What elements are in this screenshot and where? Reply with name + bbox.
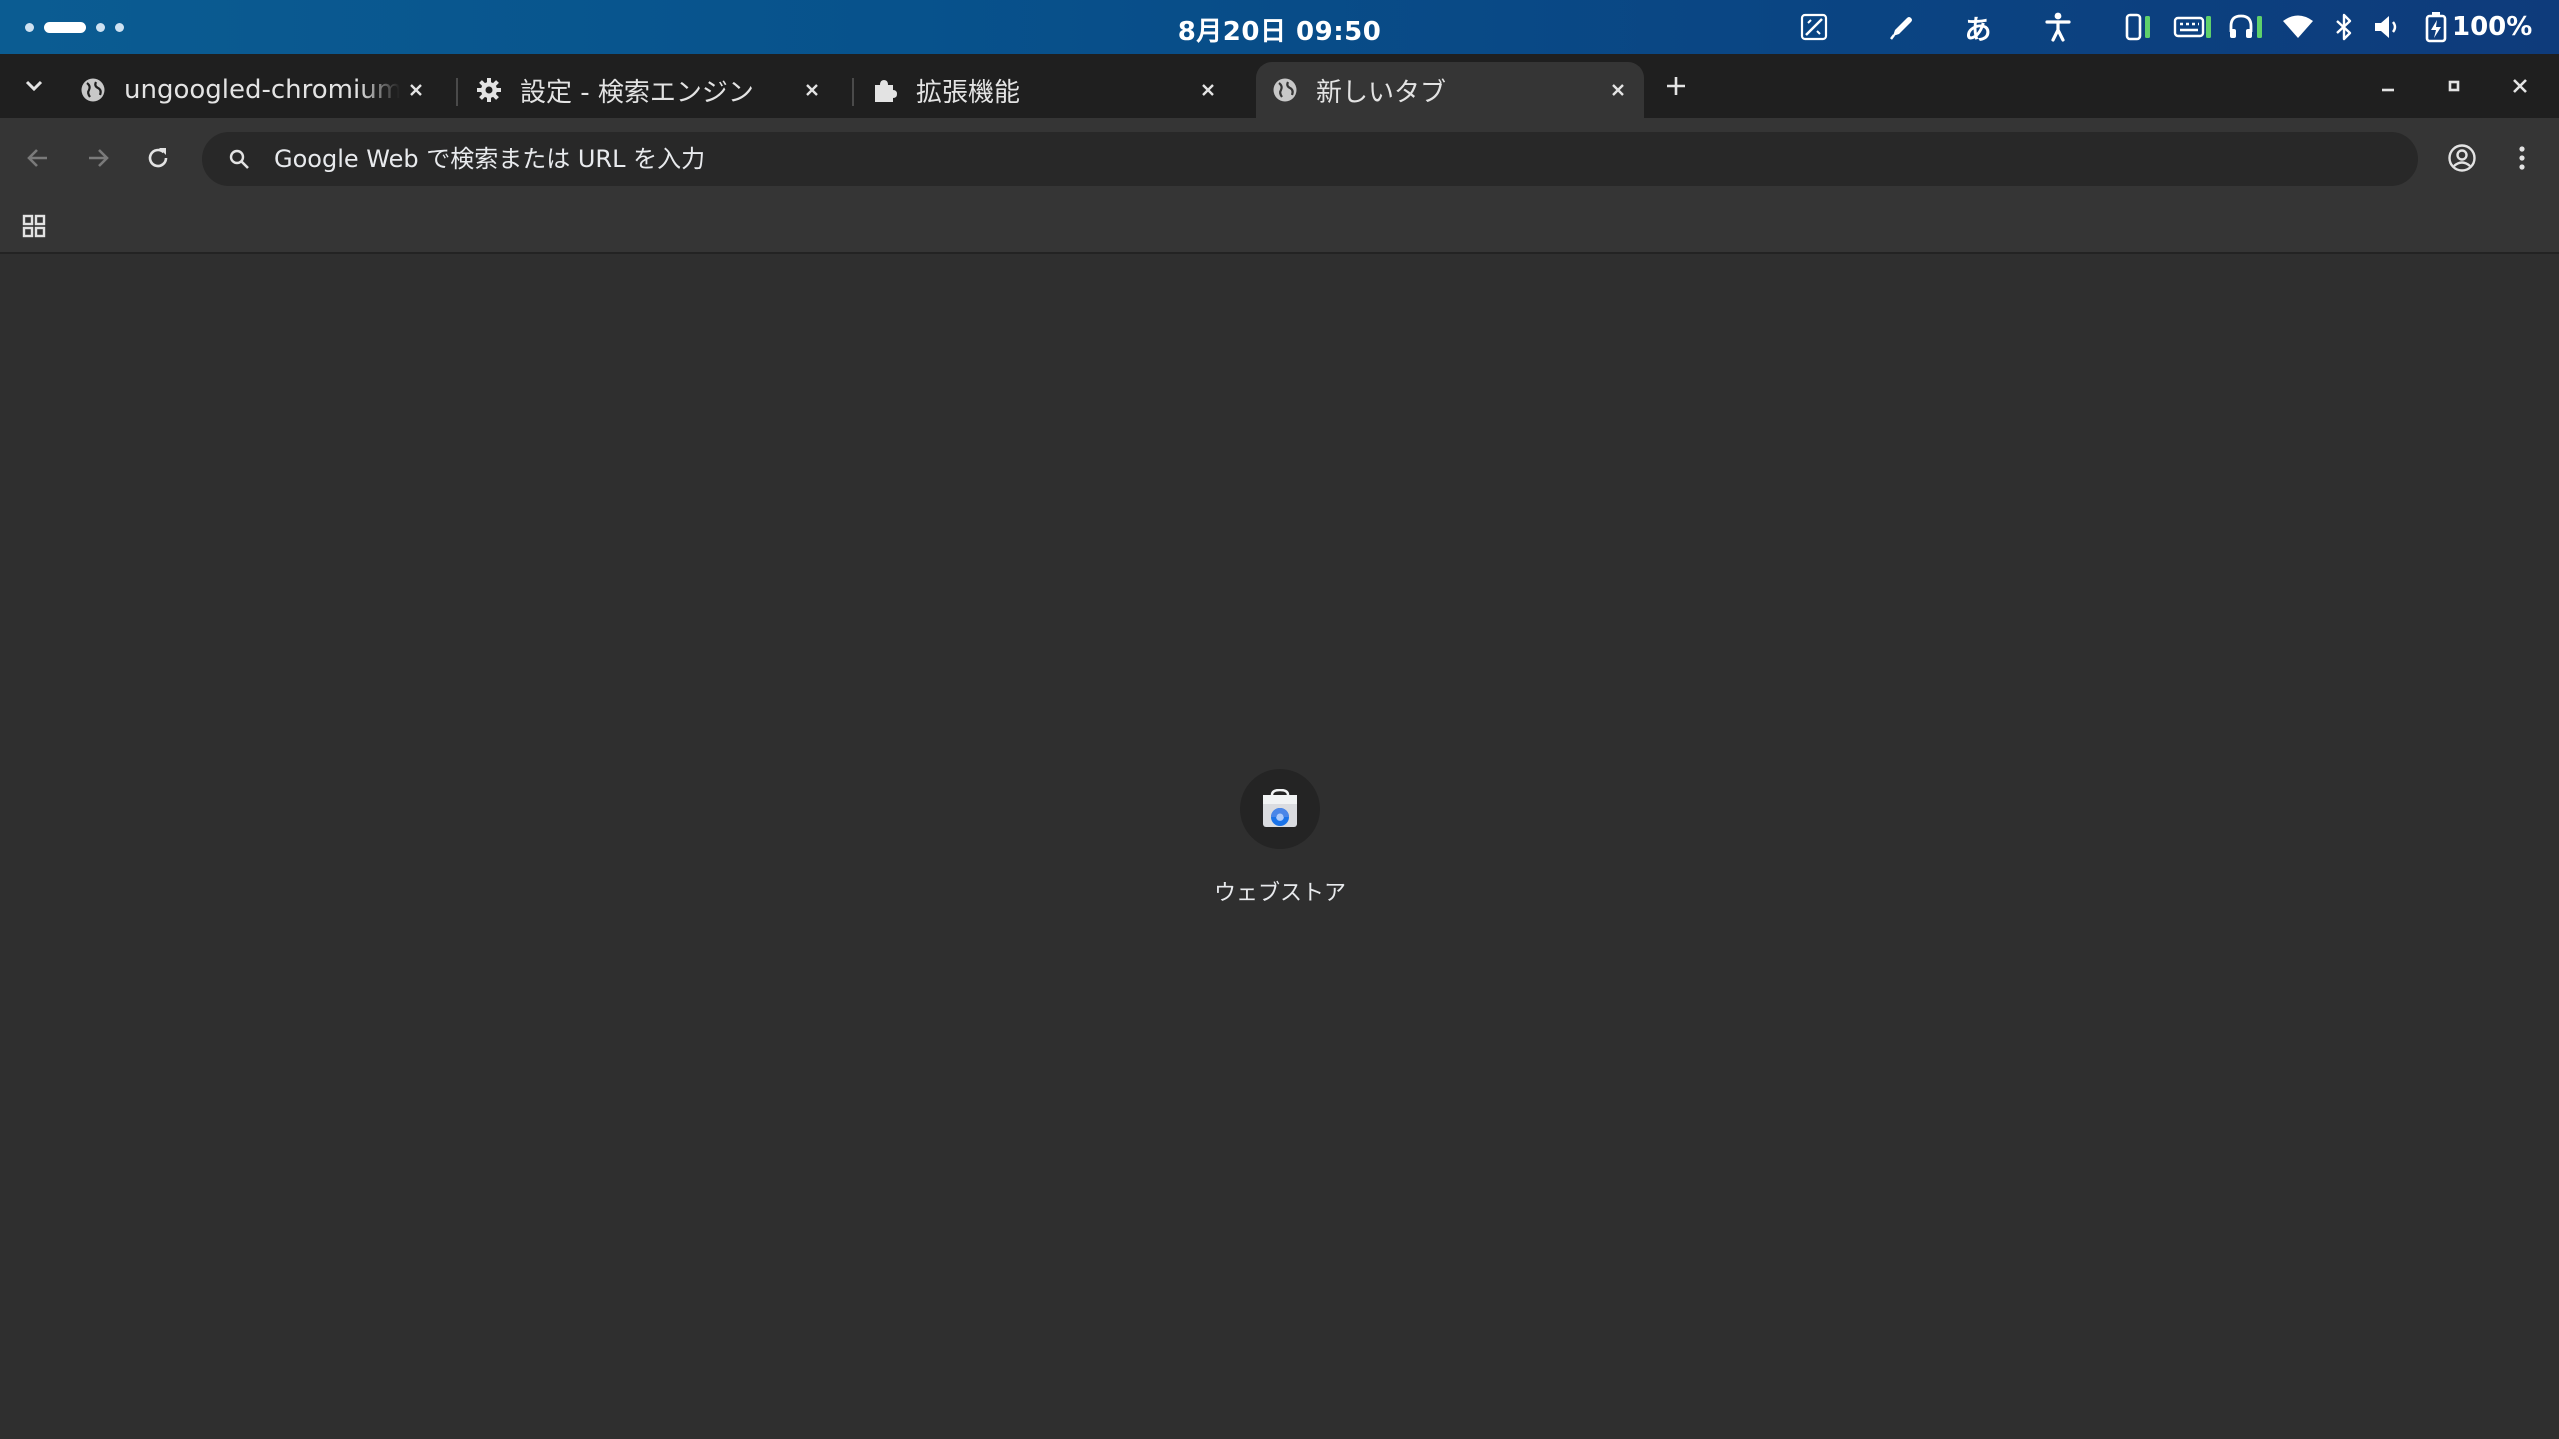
shortcut-tile[interactable] bbox=[1240, 769, 1320, 849]
minimize-button[interactable] bbox=[2366, 54, 2410, 118]
globe-icon bbox=[76, 77, 110, 103]
tab-ungoogled-chromium[interactable]: ungoogled-chromium fl bbox=[76, 62, 442, 118]
tab-close-button[interactable] bbox=[1602, 74, 1634, 106]
new-tab-button[interactable] bbox=[1656, 54, 1696, 118]
tab-search-button[interactable] bbox=[14, 54, 54, 118]
forward-button[interactable] bbox=[74, 134, 122, 182]
gear-icon bbox=[472, 77, 506, 103]
close-icon bbox=[2513, 79, 2527, 93]
accessibility-icon[interactable] bbox=[2040, 0, 2076, 54]
tab-title: 設定 - 検索エンジン bbox=[520, 77, 754, 108]
close-icon bbox=[1612, 84, 1624, 96]
tab-separator bbox=[852, 78, 854, 106]
apps-grid-icon bbox=[22, 214, 46, 238]
shortcut-webstore[interactable]: ウェブストア bbox=[1180, 769, 1380, 919]
minimize-icon bbox=[2382, 88, 2394, 92]
stylus-icon[interactable] bbox=[1884, 0, 1920, 54]
close-icon bbox=[1202, 84, 1214, 96]
more-vertical-icon bbox=[2519, 146, 2525, 170]
system-top-bar: 8月20日 09:50 あ 100% bbox=[0, 0, 2559, 54]
tab-strip: ungoogled-chromium fl 設定 - 検索エンジン 拡張機能 新… bbox=[0, 54, 2559, 118]
tab-close-button[interactable] bbox=[400, 74, 432, 106]
wifi-icon[interactable] bbox=[2280, 0, 2316, 54]
headset-icon[interactable] bbox=[2226, 0, 2266, 54]
tab-new-tab[interactable]: 新しいタブ bbox=[1256, 62, 1644, 118]
bookmarks-bar bbox=[0, 198, 2559, 254]
account-icon bbox=[2448, 144, 2476, 172]
bluetooth-icon[interactable] bbox=[2330, 0, 2358, 54]
maximize-button[interactable] bbox=[2432, 54, 2476, 118]
shortcut-label: ウェブストア bbox=[1213, 881, 1346, 906]
tab-title: ungoogled-chromium fl bbox=[124, 75, 400, 105]
ime-icon[interactable]: あ bbox=[1958, 0, 1998, 54]
tab-title: 新しいタブ bbox=[1316, 77, 1447, 108]
webstore-icon bbox=[1263, 789, 1297, 827]
omnibox[interactable] bbox=[202, 132, 2418, 186]
tab-close-button[interactable] bbox=[1192, 74, 1224, 106]
back-button[interactable] bbox=[14, 134, 62, 182]
arrow-left-icon bbox=[27, 149, 47, 167]
maximize-icon bbox=[2448, 80, 2460, 92]
keyboard-icon[interactable] bbox=[2172, 0, 2214, 54]
arrow-right-icon bbox=[89, 149, 109, 167]
reload-button[interactable] bbox=[134, 134, 182, 182]
close-icon bbox=[806, 84, 818, 96]
tab-close-button[interactable] bbox=[796, 74, 828, 106]
puzzle-icon bbox=[868, 77, 902, 103]
battery-status[interactable]: 100% bbox=[2424, 0, 2534, 54]
new-tab-page: ウェブストア bbox=[0, 254, 2559, 1439]
globe-icon bbox=[1268, 77, 1302, 103]
pen-off-icon[interactable] bbox=[1796, 0, 1832, 54]
battery-icon bbox=[2425, 12, 2447, 43]
volume-icon[interactable] bbox=[2370, 0, 2404, 54]
tab-settings-search-engine[interactable]: 設定 - 検索エンジン bbox=[472, 62, 838, 118]
tab-separator bbox=[456, 78, 458, 106]
window-close-button[interactable] bbox=[2498, 54, 2542, 118]
search-icon bbox=[212, 148, 266, 170]
menu-button[interactable] bbox=[2498, 134, 2546, 182]
close-icon bbox=[410, 84, 422, 96]
reload-icon bbox=[148, 148, 168, 168]
chevron-down-icon bbox=[25, 80, 43, 92]
omnibox-input[interactable] bbox=[266, 145, 2418, 173]
tab-title: 拡張機能 bbox=[916, 77, 1021, 108]
browser-toolbar bbox=[0, 118, 2559, 198]
profile-button[interactable] bbox=[2438, 134, 2486, 182]
phone-icon[interactable] bbox=[2120, 0, 2156, 54]
apps-button[interactable] bbox=[16, 208, 52, 244]
plus-icon bbox=[1667, 77, 1685, 95]
tab-extensions[interactable]: 拡張機能 bbox=[868, 62, 1234, 118]
